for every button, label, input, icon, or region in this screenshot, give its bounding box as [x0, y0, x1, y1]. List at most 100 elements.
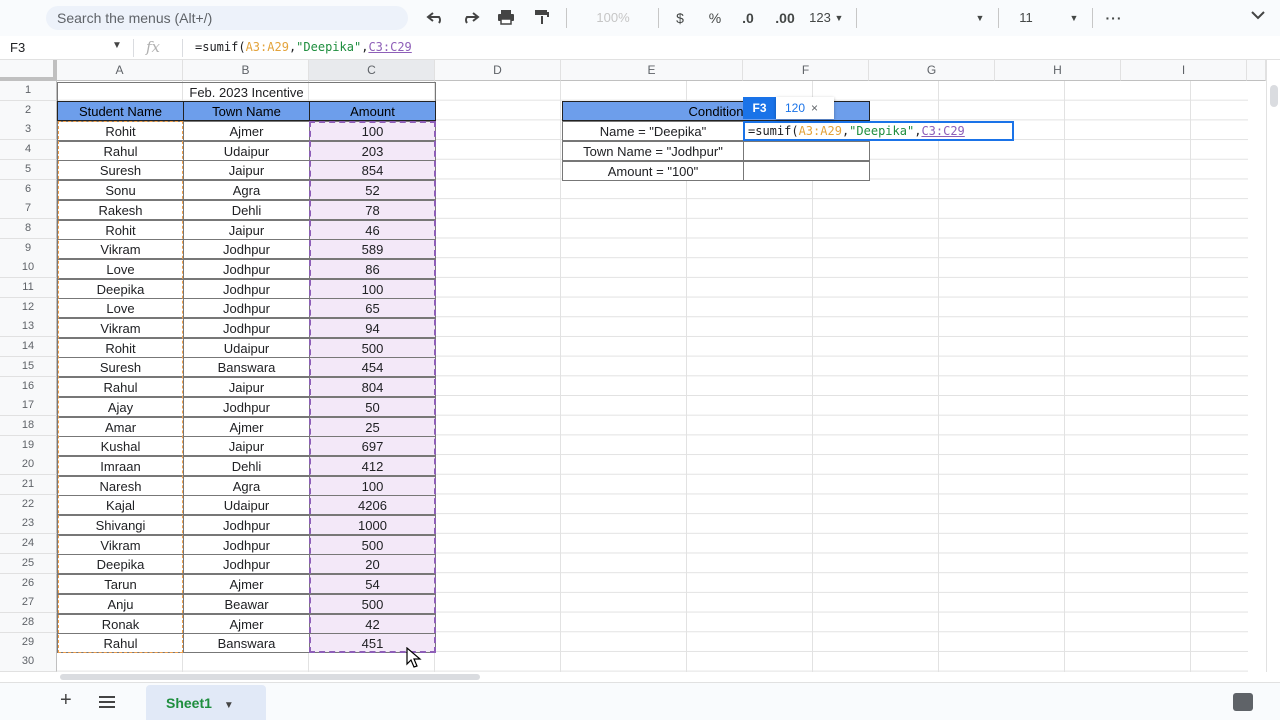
all-sheets-icon[interactable]	[99, 695, 115, 714]
amount-cell[interactable]: 100	[309, 475, 436, 496]
select-all-corner[interactable]	[0, 60, 57, 81]
condition-town-cell[interactable]: Town Name = "Jodhpur"	[562, 141, 744, 161]
town-name-cell[interactable]: Jaipur	[183, 160, 310, 181]
table-header-cell[interactable]: Town Name	[183, 101, 310, 121]
row-header-26[interactable]: 26	[0, 573, 57, 594]
amount-cell[interactable]: 54	[309, 574, 436, 595]
student-name-cell[interactable]: Ajay	[57, 396, 184, 417]
font-size-input[interactable]: 11	[1012, 7, 1040, 29]
student-name-cell[interactable]: Rohit	[57, 219, 184, 240]
town-name-cell[interactable]: Jodhpur	[183, 396, 310, 417]
town-name-cell[interactable]: Ajmer	[183, 416, 310, 437]
row-header-24[interactable]: 24	[0, 534, 57, 555]
student-name-cell[interactable]: Shivangi	[57, 515, 184, 535]
student-name-cell[interactable]: Rahul	[57, 633, 184, 654]
formula-input[interactable]: =sumif(A3:A29,"Deepika",C3:C29	[195, 40, 412, 54]
town-name-cell[interactable]: Dehli	[183, 199, 310, 220]
student-name-cell[interactable]: Anju	[57, 593, 184, 614]
amount-cell[interactable]: 203	[309, 140, 436, 161]
column-header-g[interactable]: G	[869, 60, 995, 81]
amount-cell[interactable]: 697	[309, 436, 436, 457]
row-header-15[interactable]: 15	[0, 356, 57, 377]
student-name-cell[interactable]: Rohit	[57, 121, 184, 141]
town-name-cell[interactable]: Jodhpur	[183, 554, 310, 575]
table-header-cell[interactable]: Amount	[309, 101, 436, 121]
cell-editor-f3[interactable]: =sumif(A3:A29,"Deepika",C3:C29	[743, 121, 1014, 141]
row-header-2[interactable]: 2	[0, 100, 57, 121]
amount-cell[interactable]: 589	[309, 239, 436, 260]
amount-cell[interactable]: 86	[309, 258, 436, 279]
paint-format-icon[interactable]	[530, 7, 554, 29]
add-sheet-icon[interactable]: +	[60, 689, 72, 712]
row-header-27[interactable]: 27	[0, 593, 57, 614]
amount-cell[interactable]: 454	[309, 357, 436, 378]
amount-cell[interactable]: 94	[309, 318, 436, 338]
amount-cell[interactable]: 25	[309, 416, 436, 437]
amount-cell[interactable]: 500	[309, 337, 436, 358]
result-cell-f4[interactable]	[743, 141, 870, 161]
row-header-9[interactable]: 9	[0, 238, 57, 259]
print-icon[interactable]	[494, 7, 518, 29]
student-name-cell[interactable]: Vikram	[57, 318, 184, 338]
row-header-12[interactable]: 12	[0, 297, 57, 318]
amount-cell[interactable]: 1000	[309, 515, 436, 535]
student-name-cell[interactable]: Rahul	[57, 377, 184, 398]
row-header-7[interactable]: 7	[0, 199, 57, 220]
row-header-8[interactable]: 8	[0, 218, 57, 239]
row-header-10[interactable]: 10	[0, 258, 57, 279]
vertical-scrollbar[interactable]	[1266, 60, 1280, 672]
student-name-cell[interactable]: Deepika	[57, 554, 184, 575]
zoom-select[interactable]: 100%	[578, 7, 648, 29]
town-name-cell[interactable]: Banswara	[183, 357, 310, 378]
student-name-cell[interactable]: Deepika	[57, 278, 184, 299]
town-name-cell[interactable]: Ajmer	[183, 121, 310, 141]
horizontal-scroll-thumb[interactable]	[60, 674, 480, 680]
chevron-down-icon[interactable]: ▼	[834, 7, 844, 29]
amount-cell[interactable]: 500	[309, 534, 436, 555]
student-name-cell[interactable]: Kajal	[57, 495, 184, 516]
amount-cell[interactable]: 500	[309, 593, 436, 614]
town-name-cell[interactable]: Jodhpur	[183, 298, 310, 319]
column-header-c[interactable]: C	[309, 60, 435, 81]
name-box[interactable]: F3	[10, 40, 25, 55]
student-name-cell[interactable]: Vikram	[57, 239, 184, 260]
town-name-cell[interactable]: Jodhpur	[183, 278, 310, 299]
row-header-25[interactable]: 25	[0, 553, 57, 574]
collapse-chevron-icon[interactable]	[1248, 7, 1268, 29]
town-name-cell[interactable]: Udaipur	[183, 495, 310, 516]
amount-cell[interactable]: 78	[309, 199, 436, 220]
row-header-18[interactable]: 18	[0, 415, 57, 436]
currency-button[interactable]: $	[670, 7, 690, 29]
town-name-cell[interactable]: Banswara	[183, 633, 310, 654]
column-header-d[interactable]: D	[435, 60, 561, 81]
town-name-cell[interactable]: Ajmer	[183, 574, 310, 595]
row-header-20[interactable]: 20	[0, 455, 57, 476]
column-header-a[interactable]: A	[57, 60, 183, 81]
town-name-cell[interactable]: Agra	[183, 180, 310, 201]
row-header-22[interactable]: 22	[0, 494, 57, 515]
redo-icon[interactable]	[458, 7, 482, 29]
town-name-cell[interactable]: Jodhpur	[183, 534, 310, 555]
amount-cell[interactable]: 42	[309, 613, 436, 634]
student-name-cell[interactable]: Sonu	[57, 180, 184, 201]
row-header-19[interactable]: 19	[0, 435, 57, 456]
increase-decimal-button[interactable]: .00	[770, 7, 800, 29]
row-header-1[interactable]: 1	[0, 81, 57, 101]
amount-cell[interactable]: 52	[309, 180, 436, 201]
row-header-4[interactable]: 4	[0, 140, 57, 161]
amount-cell[interactable]: 50	[309, 396, 436, 417]
town-name-cell[interactable]: Udaipur	[183, 140, 310, 161]
amount-cell[interactable]: 46	[309, 219, 436, 240]
vertical-scroll-thumb[interactable]	[1270, 85, 1278, 107]
student-name-cell[interactable]: Suresh	[57, 160, 184, 181]
student-name-cell[interactable]: Ronak	[57, 613, 184, 634]
town-name-cell[interactable]: Jaipur	[183, 219, 310, 240]
more-formats-button[interactable]: 123	[806, 7, 834, 29]
amount-cell[interactable]: 100	[309, 121, 436, 141]
horizontal-scrollbar[interactable]	[57, 672, 1266, 682]
font-size-chevron-icon[interactable]: ▼	[1068, 7, 1080, 29]
town-name-cell[interactable]: Dehli	[183, 455, 310, 476]
close-icon[interactable]: ×	[811, 101, 818, 115]
row-header-16[interactable]: 16	[0, 376, 57, 397]
percent-button[interactable]: %	[705, 7, 725, 29]
